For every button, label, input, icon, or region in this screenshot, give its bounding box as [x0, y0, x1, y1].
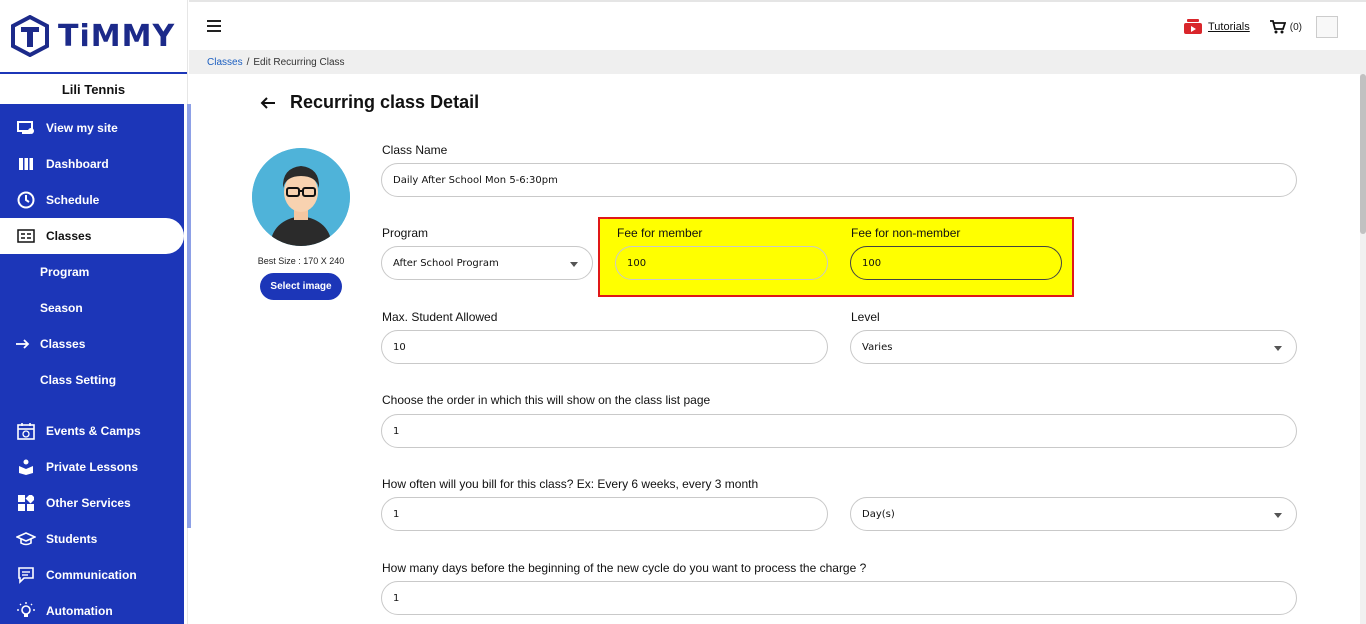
sidebar-item-label: Program [40, 265, 90, 279]
max-students-field[interactable]: 10 [381, 330, 828, 364]
chevron-down-icon [570, 262, 578, 267]
user-avatar[interactable] [1316, 16, 1338, 38]
page-title: Recurring class Detail [290, 92, 480, 112]
graduation-cap-icon [16, 529, 36, 549]
arrow-right-icon [16, 334, 30, 354]
classes-icon [16, 226, 36, 246]
cart-count: (0) [1289, 21, 1302, 33]
billing-label: How often will you bill for this class? … [382, 477, 759, 491]
class-image-avatar [252, 148, 350, 246]
sidebar-item-other-services[interactable]: Other Services [0, 485, 184, 521]
breadcrumb-separator: / [246, 56, 250, 68]
breadcrumb-classes-link[interactable]: Classes [207, 57, 243, 68]
level-select[interactable]: Varies [850, 330, 1297, 364]
org-name: Lili Tennis [61, 81, 126, 97]
level-select-value: Varies [862, 341, 893, 353]
breadcrumb-current: Edit Recurring Class [253, 56, 345, 68]
select-image-button[interactable]: Select image [260, 273, 342, 300]
dashboard-icon [16, 154, 36, 174]
sidebar-item-label: View my site [46, 121, 118, 135]
sidebar-item-program[interactable]: Program [0, 254, 184, 290]
class-name-field[interactable]: Daily After School Mon 5-6:30pm [381, 163, 1297, 197]
lightbulb-icon [16, 601, 36, 621]
calendar-icon [16, 421, 36, 441]
top-bar: Tutorials (0) [189, 0, 1366, 50]
brand-logo[interactable]: TiMMY [0, 0, 187, 74]
monitor-icon [16, 118, 36, 138]
sidebar-item-students[interactable]: Students [0, 521, 184, 557]
sidebar-menu: View my site Dashboard Schedule Classes … [0, 104, 184, 624]
level-label: Level [851, 310, 880, 324]
program-select[interactable]: After School Program [381, 246, 593, 280]
fee-member-field[interactable]: 100 [615, 246, 828, 280]
chat-icon [16, 565, 36, 585]
sidebar-item-communication[interactable]: Communication [0, 557, 184, 593]
class-name-label: Class Name [382, 143, 448, 157]
chevron-down-icon [1274, 346, 1282, 351]
sidebar-item-label: Classes [46, 229, 92, 243]
sidebar-item-label: Private Lessons [46, 460, 139, 474]
sidebar-item-label: Events & Camps [46, 424, 141, 438]
cart-icon[interactable] [1269, 20, 1286, 34]
sidebar-item-classes-sub[interactable]: Classes [0, 326, 184, 362]
top-right-actions: Tutorials (0) [1183, 16, 1338, 38]
sidebar-item-classes[interactable]: Classes [0, 218, 184, 254]
fee-nonmember-field[interactable]: 100 [850, 246, 1062, 280]
youtube-icon[interactable] [1183, 19, 1202, 35]
fee-nonmember-label: Fee for non-member [851, 226, 961, 240]
breadcrumb: Classes / Edit Recurring Class [189, 50, 1366, 74]
sidebar-item-label: Communication [46, 568, 137, 582]
back-arrow-icon[interactable] [260, 94, 276, 115]
sidebar-item-label: Season [40, 301, 83, 315]
charge-days-field[interactable]: 1 [381, 581, 1297, 615]
sidebar-item-label: Students [46, 532, 98, 546]
brand-name: TiMMY [58, 18, 176, 54]
sidebar-item-schedule[interactable]: Schedule [0, 182, 184, 218]
page-scrollbar[interactable] [1360, 74, 1366, 624]
billing-interval-field[interactable]: 1 [381, 497, 828, 531]
fee-member-label: Fee for member [617, 226, 703, 240]
best-size-hint: Best Size : 170 X 240 [257, 256, 345, 266]
sidebar-item-label: Dashboard [46, 157, 109, 171]
sidebar-item-label: Classes [40, 337, 86, 351]
sidebar-item-season[interactable]: Season [0, 290, 184, 326]
lesson-icon [16, 457, 36, 477]
hamburger-menu-icon[interactable] [207, 20, 221, 32]
tutorials-link[interactable]: Tutorials [1208, 21, 1250, 33]
sidebar-item-label: Class Setting [40, 373, 117, 387]
program-select-value: After School Program [393, 257, 499, 269]
program-label: Program [382, 226, 429, 240]
sidebar-item-dashboard[interactable]: Dashboard [0, 146, 184, 182]
sidebar-item-view-my-site[interactable]: View my site [0, 110, 184, 146]
sidebar-scrollbar[interactable] [187, 104, 191, 528]
sidebar-item-label: Automation [46, 604, 113, 618]
sidebar-item-label: Other Services [46, 496, 131, 510]
sidebar-item-events-camps[interactable]: Events & Camps [0, 413, 184, 449]
order-field[interactable]: 1 [381, 414, 1297, 448]
sidebar: TiMMY Lili Tennis View my site Dashboard… [0, 0, 191, 624]
chevron-down-icon [1274, 513, 1282, 518]
sidebar-item-automation[interactable]: Automation [0, 593, 184, 624]
billing-unit-value: Day(s) [862, 508, 895, 520]
sidebar-item-private-lessons[interactable]: Private Lessons [0, 449, 184, 485]
clock-icon [16, 190, 36, 210]
sidebar-item-class-setting[interactable]: Class Setting [0, 362, 184, 398]
billing-unit-select[interactable]: Day(s) [850, 497, 1297, 531]
charge-days-label: How many days before the beginning of th… [382, 561, 867, 575]
order-label: Choose the order in which this will show… [382, 393, 711, 407]
timmy-logo-icon [11, 15, 49, 57]
sidebar-item-label: Schedule [46, 193, 100, 207]
services-icon [16, 493, 36, 513]
max-students-label: Max. Student Allowed [382, 310, 498, 324]
